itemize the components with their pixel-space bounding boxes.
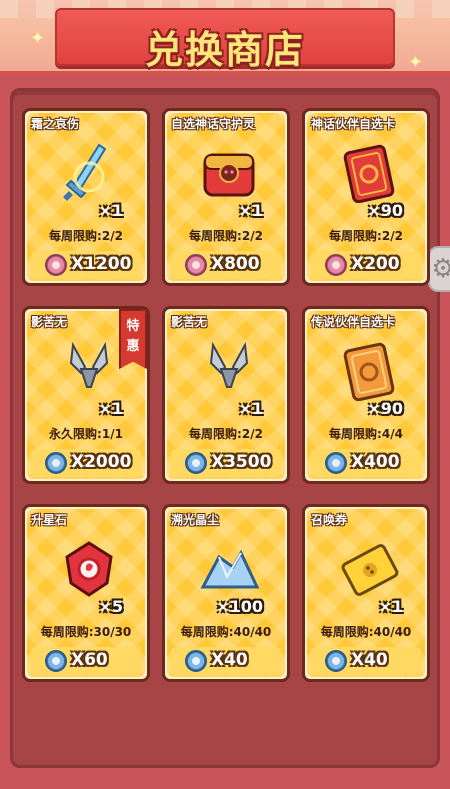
pink-coin-icon: [45, 254, 67, 276]
sparkle-icon: ✦: [30, 28, 46, 49]
item-name: 影苦无: [31, 315, 68, 329]
blue-coin-icon: [325, 650, 347, 672]
purchase-limit: 每周限购:2/2: [189, 427, 263, 441]
price-button[interactable]: X200: [311, 251, 421, 279]
item-price: X400: [351, 452, 400, 472]
item-quantity: ×90: [367, 399, 403, 418]
item-price: X60: [71, 650, 108, 670]
item-quantity: ×1: [378, 597, 403, 616]
summon-ticket-icon: [341, 544, 399, 596]
top-banner: 兑换商店 ✦ ✦: [0, 0, 450, 75]
special-offer-tag: 特惠: [119, 309, 147, 369]
item-quantity: ×1: [238, 201, 263, 220]
red-card-icon: [343, 144, 395, 203]
item-quantity: ×1: [238, 399, 263, 418]
item-name: 升星石: [31, 513, 68, 527]
item-price: X2000: [71, 452, 132, 472]
purchase-limit: 每周限购:2/2: [189, 229, 263, 243]
blue-coin-icon: [185, 650, 207, 672]
shop-item-card[interactable]: 神话伙伴自选卡 ×90 每周限购:2/2 X200: [302, 108, 430, 286]
title-plate: 兑换商店: [55, 8, 395, 72]
price-button[interactable]: X60: [31, 647, 141, 675]
item-quantity: ×5: [98, 597, 123, 616]
item-quantity: ×1: [98, 399, 123, 418]
item-quantity: ×1: [98, 201, 123, 220]
item-price: X40: [351, 650, 388, 670]
kunai-icon: [69, 341, 109, 388]
blue-coin-icon: [325, 452, 347, 474]
blue-coin-icon: [45, 650, 67, 672]
purchase-limit: 每周限购:40/40: [320, 625, 412, 639]
item-price: X1200: [71, 254, 132, 274]
item-quantity: ×100: [216, 597, 263, 616]
orange-card-icon: [343, 342, 395, 401]
item-name: 召唤券: [311, 513, 348, 527]
item-name: 影苦无: [171, 315, 208, 329]
item-name: 传说伙伴自选卡: [311, 315, 396, 329]
shop-item-card[interactable]: 自选神话守护灵 ×1 每周限购:2/2 X800: [162, 108, 290, 286]
page-title: 兑换商店: [144, 28, 305, 72]
price-button[interactable]: X800: [171, 251, 281, 279]
crystal-dust-icon: [200, 549, 259, 589]
shop-item-card[interactable]: 溯光晶尘 ×100 每周限购:40/40 X40: [162, 504, 290, 682]
shop-item-card[interactable]: 霜之哀伤 ×1 每周限购:2/2 X1200: [22, 108, 150, 286]
pink-coin-icon: [185, 254, 207, 276]
blue-coin-icon: [185, 452, 207, 474]
item-price: X800: [211, 254, 260, 274]
item-name: 自选神话守护灵: [171, 117, 256, 131]
purchase-limit: 每周限购:2/2: [329, 229, 403, 243]
shop-item-card[interactable]: 影苦无 ×1 每周限购:2/2 X3500: [162, 306, 290, 484]
item-quantity: ×90: [367, 201, 403, 220]
gear-icon[interactable]: ⚙: [428, 246, 450, 292]
purchase-limit: 每周限购:2/2: [49, 229, 123, 243]
price-button[interactable]: X40: [171, 647, 281, 675]
item-price: X40: [211, 650, 248, 670]
price-button[interactable]: X2000: [31, 449, 141, 477]
price-button[interactable]: X3500: [171, 449, 281, 477]
item-price: X3500: [211, 452, 272, 472]
shop-item-card[interactable]: 召唤券 ×1 每周限购:40/40 X40: [302, 504, 430, 682]
item-name: 霜之哀伤: [31, 117, 80, 131]
blue-coin-icon: [45, 452, 67, 474]
ice-sword-icon: [63, 143, 107, 201]
price-button[interactable]: X400: [311, 449, 421, 477]
item-name: 溯光晶尘: [171, 513, 220, 527]
kunai-icon: [209, 341, 249, 388]
item-price: X200: [351, 254, 400, 274]
shop-item-card[interactable]: 传说伙伴自选卡 ×90 每周限购:4/4 X400: [302, 306, 430, 484]
shop-item-card[interactable]: 影苦无 ×1 永久限购:1/1 X2000 特惠: [22, 306, 150, 484]
purchase-limit: 每周限购:4/4: [329, 427, 403, 441]
item-name: 神话伙伴自选卡: [311, 117, 396, 131]
star-stone-icon: [65, 541, 113, 597]
pink-coin-icon: [325, 254, 347, 276]
purchase-limit: 每周限购:40/40: [180, 625, 272, 639]
red-chest-icon: [203, 153, 255, 197]
purchase-limit: 永久限购:1/1: [49, 427, 123, 441]
sparkle-icon: ✦: [408, 52, 424, 73]
purchase-limit: 每周限购:30/30: [40, 625, 132, 639]
shop-item-card[interactable]: 升星石 ×5 每周限购:30/30 X60: [22, 504, 150, 682]
price-button[interactable]: X1200: [31, 251, 141, 279]
price-button[interactable]: X40: [311, 647, 421, 675]
